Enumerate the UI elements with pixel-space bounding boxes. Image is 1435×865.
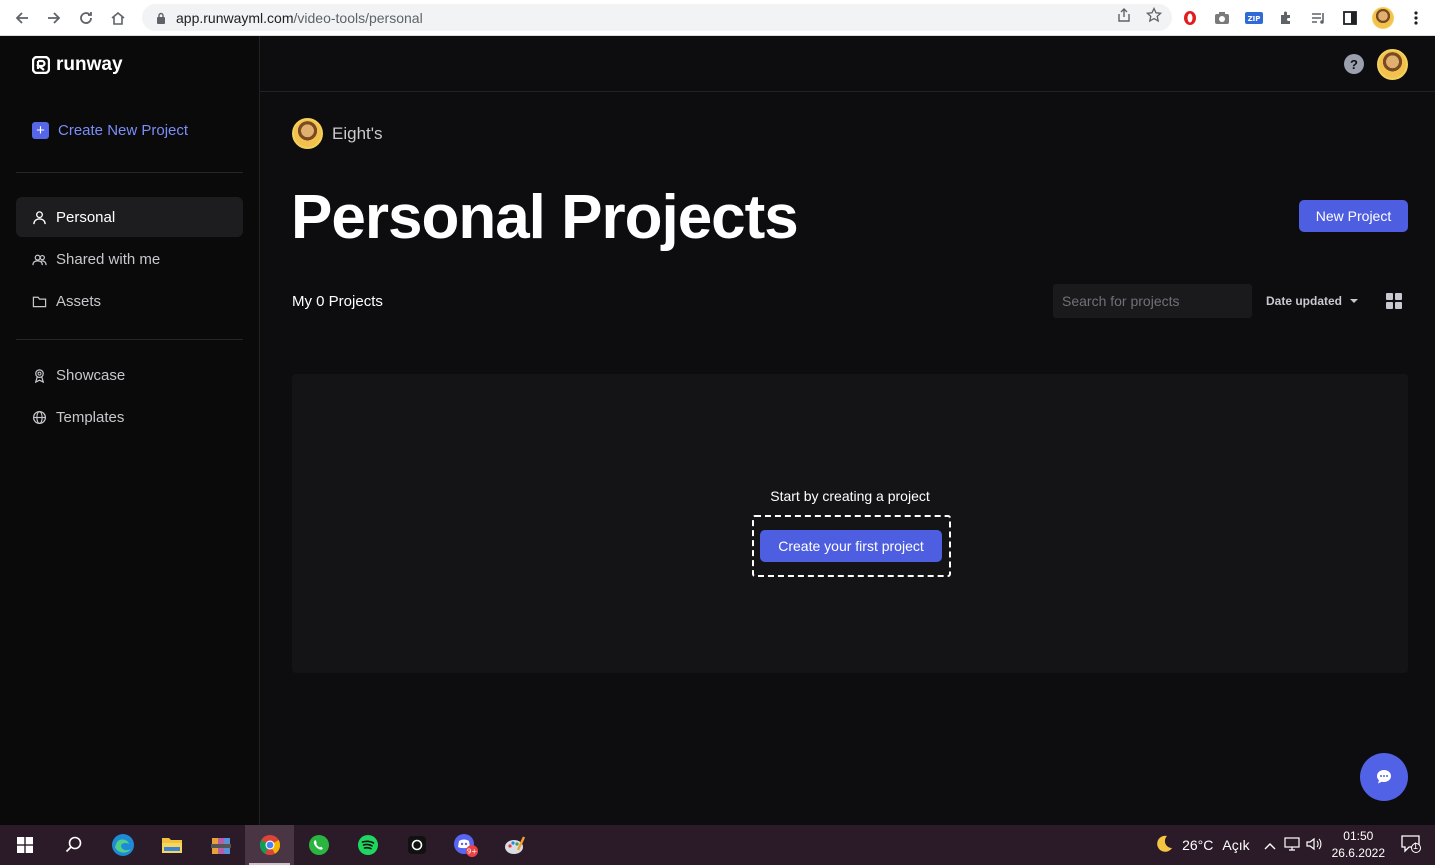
spotify-icon[interactable] <box>343 825 392 865</box>
create-new-project-label: Create New Project <box>58 122 189 139</box>
reload-icon[interactable] <box>70 2 102 34</box>
discord-icon[interactable]: 9+ <box>441 825 490 865</box>
chat-support-button[interactable] <box>1360 753 1408 801</box>
search-projects-input[interactable] <box>1053 284 1252 318</box>
windows-taskbar: 9+ 26°C Açık 01:50 26.6.2022 1 <box>0 825 1435 865</box>
notification-center-icon[interactable]: 1 <box>1401 834 1421 856</box>
chrome-browser-icon[interactable] <box>245 825 294 865</box>
sidebar-divider <box>16 339 243 340</box>
browser-toolbar: app.runwayml.com/video-tools/personal ZI… <box>0 0 1435 36</box>
moon-weather-icon[interactable] <box>1154 834 1174 857</box>
lock-icon <box>154 11 168 25</box>
winrar-icon[interactable] <box>196 825 245 865</box>
address-bar[interactable]: app.runwayml.com/video-tools/personal <box>142 4 1172 31</box>
opera-extension-icon[interactable] <box>1180 8 1200 28</box>
plus-icon: + <box>32 122 49 139</box>
back-arrow-icon[interactable] <box>6 2 38 34</box>
media-queue-icon[interactable] <box>1308 8 1328 28</box>
workspace-name: Eight's <box>332 123 383 143</box>
sidebar-item-label: Shared with me <box>56 250 161 268</box>
help-icon[interactable]: ? <box>1344 54 1364 74</box>
url-text: app.runwayml.com/video-tools/personal <box>176 9 423 26</box>
camera-extension-icon[interactable] <box>1212 8 1232 28</box>
globe-icon <box>32 410 47 424</box>
edge-browser-icon[interactable] <box>98 825 147 865</box>
home-icon[interactable] <box>102 2 134 34</box>
user-icon <box>33 210 46 224</box>
network-icon[interactable] <box>1284 836 1300 854</box>
sidebar-item-label: Showcase <box>56 366 126 384</box>
app-topbar: ? <box>260 36 1435 92</box>
weather-condition[interactable]: Açık <box>1222 837 1249 853</box>
paint-icon[interactable] <box>490 825 539 865</box>
sort-dropdown[interactable]: Date updated <box>1266 294 1359 308</box>
windows-start-icon[interactable] <box>0 825 49 865</box>
brand-name: runway <box>56 54 123 75</box>
chat-bubble-icon <box>1377 770 1391 784</box>
runway-app: runway + Create New Project Personal Sha… <box>0 36 1435 825</box>
runway-logo[interactable]: runway <box>32 54 123 76</box>
share-icon[interactable] <box>1116 7 1132 28</box>
sidebar-item-templates[interactable]: Templates <box>16 397 243 437</box>
runway-logo-icon <box>32 56 50 74</box>
weather-temperature[interactable]: 26°C <box>1182 837 1213 853</box>
whatsapp-icon[interactable] <box>294 825 343 865</box>
sidebar-item-label: Assets <box>56 292 102 310</box>
focus-outline: Create your first project <box>752 515 951 577</box>
create-first-project-button[interactable]: Create your first project <box>760 530 942 562</box>
grid-view-icon[interactable] <box>1386 293 1402 309</box>
sort-label: Date updated <box>1266 294 1343 308</box>
side-panel-icon[interactable] <box>1340 8 1360 28</box>
user-avatar[interactable] <box>1377 49 1408 80</box>
system-tray: 26°C Açık 01:50 26.6.2022 1 <box>1154 825 1435 865</box>
workspace-selector[interactable]: Eight's <box>292 118 383 149</box>
search-icon[interactable] <box>49 825 98 865</box>
folder-icon <box>32 296 47 307</box>
page-title: Personal Projects <box>291 183 799 252</box>
volume-icon[interactable] <box>1306 837 1322 854</box>
sidebar: runway + Create New Project Personal Sha… <box>0 36 260 825</box>
zip-extension-icon[interactable]: ZIP <box>1244 8 1264 28</box>
empty-state-text: Start by creating a project <box>770 488 930 504</box>
sidebar-item-shared[interactable]: Shared with me <box>16 239 243 279</box>
sidebar-item-personal[interactable]: Personal <box>16 197 243 237</box>
kebab-menu-icon[interactable] <box>1406 8 1426 28</box>
svg-text:ZIP: ZIP <box>1248 15 1261 23</box>
projects-count-label: My 0 Projects <box>292 293 383 310</box>
clock[interactable]: 01:50 26.6.2022 <box>1332 828 1385 862</box>
caret-down-icon <box>1350 299 1359 303</box>
file-explorer-icon[interactable] <box>147 825 196 865</box>
clock-date: 26.6.2022 <box>1331 846 1385 860</box>
empty-projects-panel: Start by creating a project Create your … <box>292 374 1408 673</box>
profile-avatar-icon[interactable] <box>1372 6 1394 29</box>
bookmark-star-icon[interactable] <box>1145 6 1163 28</box>
sidebar-item-label: Templates <box>56 408 125 426</box>
sidebar-item-assets[interactable]: Assets <box>16 281 243 321</box>
clock-time: 01:50 <box>1343 829 1374 843</box>
sidebar-divider <box>16 172 243 173</box>
screen-recorder-icon[interactable] <box>392 825 441 865</box>
new-project-button[interactable]: New Project <box>1299 200 1408 232</box>
workspace-avatar <box>292 118 323 149</box>
chevron-up-icon[interactable] <box>1264 837 1276 853</box>
sidebar-item-showcase[interactable]: Showcase <box>16 355 243 395</box>
create-new-project-link[interactable]: + Create New Project <box>32 122 188 139</box>
puzzle-extensions-icon[interactable] <box>1276 8 1296 28</box>
sidebar-item-label: Personal <box>56 208 116 226</box>
users-icon <box>32 254 47 265</box>
discord-badge: 9+ <box>466 848 476 856</box>
notification-count: 1 <box>1413 840 1419 851</box>
award-icon <box>34 368 45 383</box>
forward-arrow-icon[interactable] <box>38 2 70 34</box>
